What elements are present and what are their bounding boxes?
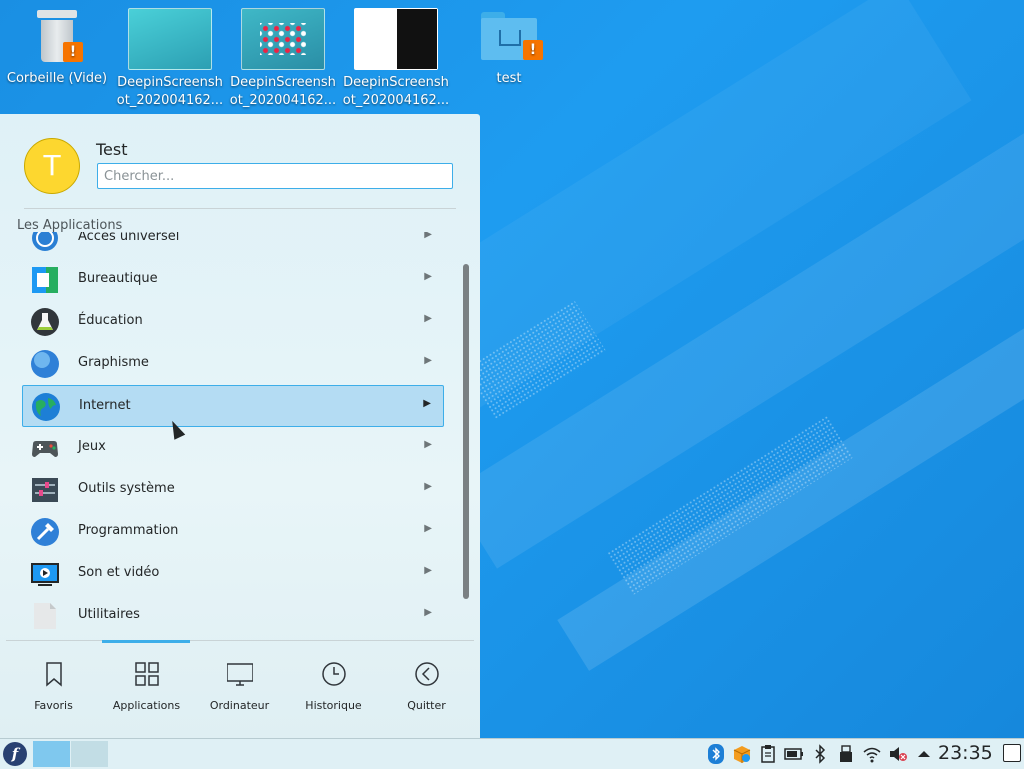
category-graphics[interactable]: Graphisme ▶ — [22, 343, 444, 385]
divider — [6, 640, 474, 641]
volume-muted-icon[interactable] — [888, 744, 908, 764]
system-tools-icon — [32, 478, 58, 502]
programming-icon — [31, 518, 59, 546]
globe-icon — [32, 393, 60, 421]
category-label: Son et vidéo — [78, 565, 160, 580]
show-desktop-icon[interactable] — [1003, 744, 1021, 762]
graphics-icon — [31, 350, 59, 378]
tab-history[interactable]: Historique — [287, 644, 380, 738]
category-multimedia[interactable]: Son et vidéo ▶ — [22, 553, 444, 595]
category-internet[interactable]: Internet ▶ — [22, 385, 444, 427]
tab-computer[interactable]: Ordinateur — [193, 644, 286, 738]
tab-label: Historique — [305, 699, 362, 712]
fedora-icon[interactable]: f — [3, 742, 27, 766]
desktop-icon-test-folder[interactable]: ! test — [453, 6, 565, 88]
search-input[interactable] — [97, 163, 453, 189]
desktop-icon-screenshot-1[interactable]: DeepinScreenshot_202004162... — [114, 6, 226, 110]
user-avatar[interactable]: T — [24, 138, 80, 194]
trash-icon: ! — [35, 10, 83, 62]
bookmark-icon — [46, 662, 62, 687]
category-label: Programmation — [78, 523, 179, 538]
chevron-right-icon: ▶ — [424, 565, 432, 576]
application-category-list[interactable]: Accès universel ▶ Bureautique ▶ Éducatio… — [22, 232, 444, 636]
chevron-right-icon: ▶ — [424, 607, 432, 618]
tab-favorites[interactable]: Favoris — [7, 644, 100, 738]
monitor-icon — [227, 663, 253, 686]
office-icon — [32, 267, 58, 293]
chevron-right-icon: ▶ — [424, 481, 432, 492]
category-programming[interactable]: Programmation ▶ — [22, 511, 444, 553]
tab-label: Ordinateur — [209, 699, 270, 712]
category-label: Bureautique — [78, 271, 158, 286]
taskbar: f 23:35 — [0, 738, 1024, 769]
scrollbar[interactable] — [463, 264, 469, 599]
virtual-desktop-1[interactable] — [33, 741, 70, 767]
grid-icon — [135, 662, 159, 686]
desktop-icon-label: Corbeille (Vide) — [6, 71, 108, 86]
utilities-icon — [34, 603, 56, 629]
chevron-right-icon: ▶ — [424, 271, 432, 282]
back-arrow-icon — [415, 662, 439, 686]
chevron-right-icon: ▶ — [424, 439, 432, 450]
expand-tray-icon[interactable] — [914, 744, 934, 764]
category-office[interactable]: Bureautique ▶ — [22, 259, 444, 301]
chevron-right-icon: ▶ — [424, 313, 432, 324]
bluetooth-app-icon[interactable] — [706, 744, 726, 764]
category-accessibility[interactable]: Accès universel ▶ — [22, 232, 444, 259]
chevron-right-icon: ▶ — [424, 355, 432, 366]
clock[interactable]: 23:35 — [938, 742, 993, 764]
screenshot-thumbnail — [354, 8, 438, 70]
category-utilities[interactable]: Utilitaires ▶ — [22, 595, 444, 636]
tab-label: Quitter — [407, 699, 446, 712]
launcher-tab-bar: Favoris Applications Ordinateur Historiq… — [0, 644, 480, 738]
category-label: Graphisme — [78, 355, 149, 370]
section-title: Les Applications — [17, 218, 123, 233]
desktop-icon-label: DeepinScreenshot_202004162... — [229, 75, 337, 108]
desktop-icon-label: DeepinScreenshot_202004162... — [116, 75, 224, 108]
package-updater-icon[interactable] — [732, 744, 752, 764]
divider — [24, 208, 456, 209]
category-system-tools[interactable]: Outils système ▶ — [22, 469, 444, 511]
virtual-desktop-2[interactable] — [71, 741, 108, 767]
category-games[interactable]: Jeux ▶ — [22, 427, 444, 469]
chevron-right-icon: ▶ — [424, 232, 432, 240]
tab-label: Favoris — [34, 699, 73, 712]
active-tab-indicator — [102, 640, 190, 643]
category-label: Accès universel — [78, 232, 180, 244]
tab-quit[interactable]: Quitter — [380, 644, 473, 738]
clipboard-icon[interactable] — [758, 744, 778, 764]
warning-badge: ! — [63, 42, 83, 62]
home-folder-icon: ! — [479, 12, 543, 60]
warning-badge: ! — [523, 40, 543, 60]
tab-applications[interactable]: Applications — [100, 644, 193, 738]
category-label: Outils système — [78, 481, 175, 496]
category-label: Utilitaires — [78, 607, 140, 622]
user-name: Test — [96, 140, 128, 159]
desktop-icon-screenshot-3[interactable]: DeepinScreenshot_202004162... — [340, 6, 452, 110]
accessibility-icon — [32, 232, 58, 251]
clock-icon — [322, 662, 346, 686]
category-label: Jeux — [78, 439, 106, 454]
wifi-icon[interactable] — [862, 744, 882, 764]
desktop-icon-trash[interactable]: ! Corbeille (Vide) — [1, 6, 113, 88]
tab-label: Applications — [112, 699, 181, 712]
desktop-icon-label: test — [496, 71, 522, 86]
screenshot-thumbnail — [241, 8, 325, 70]
screenshot-thumbnail — [128, 8, 212, 70]
application-launcher: T Test Les Applications Accès universel … — [0, 114, 480, 738]
desktop-icon-label: DeepinScreenshot_202004162... — [342, 75, 450, 108]
category-education[interactable]: Éducation ▶ — [22, 301, 444, 343]
gamepad-icon — [32, 441, 58, 457]
battery-icon[interactable] — [784, 744, 804, 764]
education-flask-icon — [31, 308, 59, 336]
category-label: Éducation — [78, 313, 143, 328]
chevron-right-icon: ▶ — [423, 398, 431, 409]
usb-device-icon[interactable] — [836, 744, 856, 764]
multimedia-icon — [31, 563, 59, 586]
chevron-right-icon: ▶ — [424, 523, 432, 534]
bluetooth-icon[interactable] — [810, 744, 830, 764]
desktop-icon-screenshot-2[interactable]: DeepinScreenshot_202004162... — [227, 6, 339, 110]
category-label: Internet — [79, 398, 131, 413]
